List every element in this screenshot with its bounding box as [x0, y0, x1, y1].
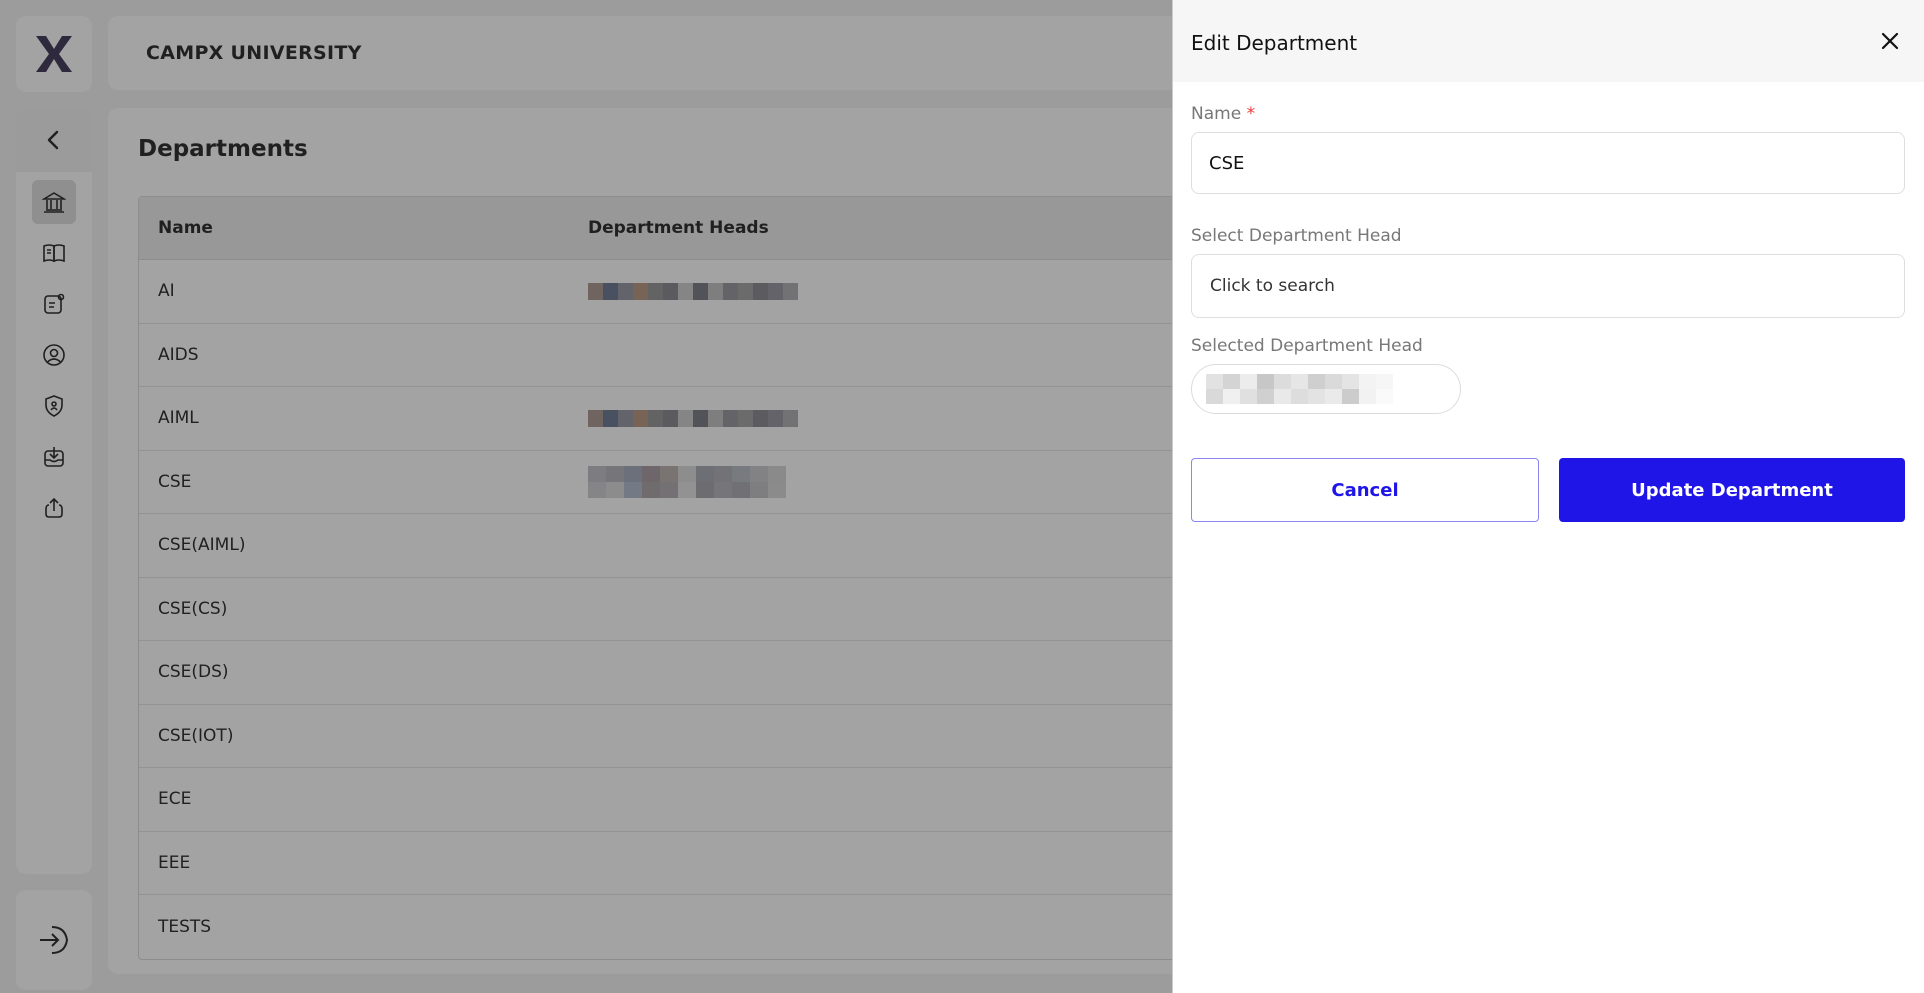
close-button[interactable] [1874, 25, 1906, 57]
selected-head-chip[interactable] [1191, 364, 1461, 414]
required-mark: * [1246, 104, 1256, 124]
selected-head-label: Selected Department Head [1191, 336, 1423, 356]
name-label-text: Name [1191, 104, 1242, 124]
cancel-button[interactable]: Cancel [1191, 458, 1539, 522]
edit-department-drawer: Edit Department Name * Select Department… [1172, 0, 1924, 993]
drawer-header: Edit Department [1173, 0, 1924, 82]
drawer-title: Edit Department [1191, 31, 1358, 55]
select-head-label: Select Department Head [1191, 226, 1402, 246]
name-label: Name * [1191, 104, 1906, 124]
redacted-name [1206, 374, 1393, 404]
department-head-search[interactable]: Click to search [1191, 254, 1905, 318]
department-name-input[interactable] [1191, 132, 1905, 194]
search-placeholder: Click to search [1210, 276, 1335, 296]
close-icon [1881, 32, 1899, 50]
update-department-button[interactable]: Update Department [1559, 458, 1905, 522]
